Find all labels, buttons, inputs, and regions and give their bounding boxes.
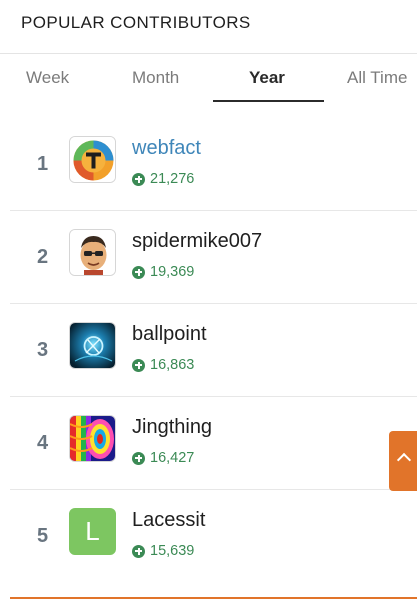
avatar-letter: L xyxy=(85,516,100,546)
widget-title: POPULAR CONTRIBUTORS xyxy=(21,13,251,32)
contributor-points: 15,639 xyxy=(132,543,194,559)
contributor-points: 16,427 xyxy=(132,450,194,466)
plus-circle-icon xyxy=(132,172,145,186)
contributor-row: 1 webfact 21,276 xyxy=(10,118,417,211)
blue-glow-avatar[interactable] xyxy=(69,322,116,369)
contributors-list: 1 webfact 21,276 2 spidermike007 19,369 … xyxy=(10,118,417,583)
contributor-name[interactable]: Lacessit xyxy=(132,509,205,532)
plus-circle-icon xyxy=(132,544,145,558)
psychedelic-pattern-avatar[interactable] xyxy=(69,415,116,462)
points-value: 16,427 xyxy=(150,450,195,466)
plus-circle-icon xyxy=(132,451,145,465)
widget-header: POPULAR CONTRIBUTORS xyxy=(0,0,417,54)
scroll-to-top-button[interactable] xyxy=(389,431,417,491)
rank-number: 5 xyxy=(37,525,49,547)
points-value: 15,639 xyxy=(150,543,195,559)
letter-avatar[interactable]: L xyxy=(69,508,116,555)
active-tab-indicator xyxy=(213,100,324,102)
contributor-row: 5 L Lacessit 15,639 xyxy=(10,490,417,583)
contributor-name[interactable]: ballpoint xyxy=(132,323,207,346)
contributor-points: 19,369 xyxy=(132,264,194,280)
webfact-logo-avatar[interactable] xyxy=(69,136,116,183)
chevron-up-icon xyxy=(396,452,412,468)
tab-year[interactable]: Year xyxy=(249,68,285,102)
points-value: 19,369 xyxy=(150,264,195,280)
contributor-row: 2 spidermike007 19,369 xyxy=(10,211,417,304)
tab-month[interactable]: Month xyxy=(132,68,179,102)
cartoon-face-avatar[interactable] xyxy=(69,229,116,276)
points-value: 21,276 xyxy=(150,171,195,187)
points-value: 16,863 xyxy=(150,357,195,373)
tab-all-time[interactable]: All Time xyxy=(347,68,407,102)
rank-number: 3 xyxy=(37,339,49,361)
contributor-points: 21,276 xyxy=(132,171,194,187)
contributor-row: 3 ballpoint 16,863 xyxy=(10,304,417,397)
contributor-name[interactable]: spidermike007 xyxy=(132,230,262,253)
contributor-name[interactable]: Jingthing xyxy=(132,416,212,439)
contributor-points: 16,863 xyxy=(132,357,194,373)
rank-number: 1 xyxy=(37,153,49,175)
plus-circle-icon xyxy=(132,358,145,372)
bottom-divider xyxy=(10,597,417,599)
tab-week[interactable]: Week xyxy=(26,68,69,102)
period-tabs: Week Month Year All Time xyxy=(0,54,417,104)
plus-circle-icon xyxy=(132,265,145,279)
rank-number: 4 xyxy=(37,432,49,454)
contributor-row: 4 Jingthing 16,427 xyxy=(10,397,417,490)
rank-number: 2 xyxy=(37,246,49,268)
contributor-name[interactable]: webfact xyxy=(132,137,201,160)
